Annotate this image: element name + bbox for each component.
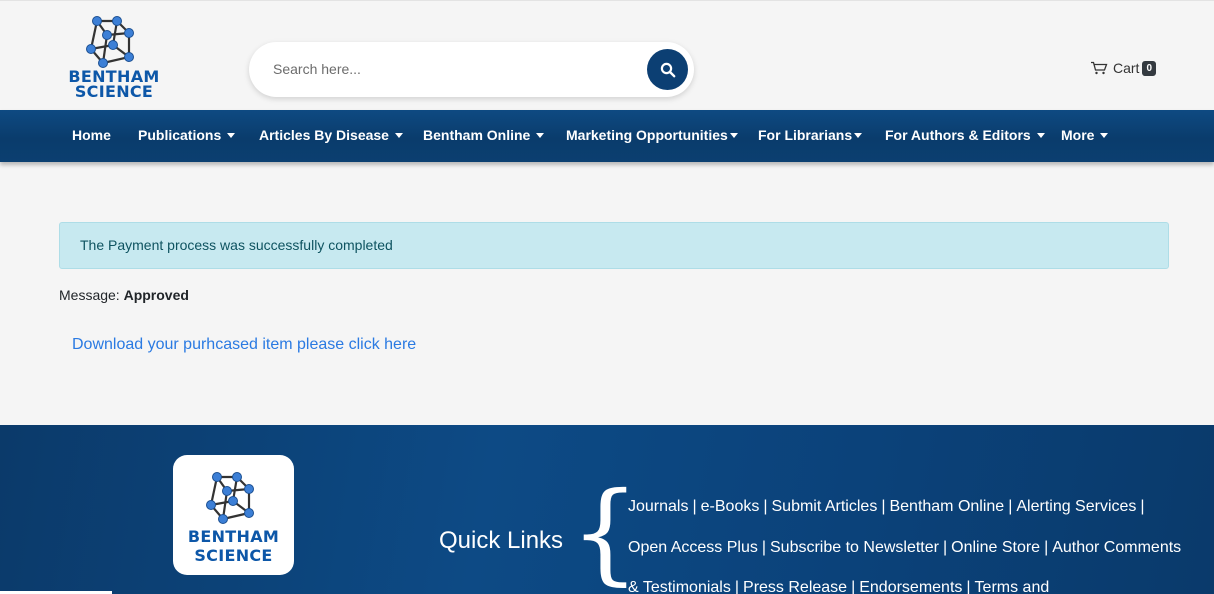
- site-header: BENTHAM SCIENCE Cart 0: [0, 0, 1214, 110]
- footer-link-submit-articles[interactable]: Submit Articles: [772, 498, 878, 515]
- nav-marketing-opportunities[interactable]: Marketing Opportunities: [566, 127, 738, 143]
- nav-bentham-online[interactable]: Bentham Online: [423, 127, 545, 143]
- nav-for-authors-editors[interactable]: For Authors & Editors: [885, 127, 1045, 143]
- caret-down-icon: [394, 132, 403, 138]
- footer-link-bentham-online[interactable]: Bentham Online: [889, 498, 1004, 515]
- caret-down-icon: [854, 132, 863, 138]
- quick-links-title: Quick Links: [439, 527, 564, 554]
- cart-button[interactable]: Cart 0: [1090, 60, 1157, 76]
- payment-message: Message: Approved: [59, 287, 189, 303]
- search-input[interactable]: [273, 58, 633, 80]
- caret-down-icon: [729, 132, 738, 138]
- nav-publications[interactable]: Publications: [138, 127, 236, 143]
- caret-down-icon: [536, 132, 545, 138]
- footer-logo[interactable]: BENTHAM SCIENCE: [173, 455, 294, 575]
- footer-link-press-release[interactable]: Press Release: [743, 579, 847, 594]
- footer-logo-line-2: SCIENCE: [194, 546, 273, 565]
- search-bar: [249, 42, 694, 97]
- payment-success-alert: The Payment process was successfully com…: [59, 222, 1169, 269]
- search-icon: [660, 62, 675, 77]
- nav-label: More: [1061, 127, 1095, 143]
- caret-down-icon: [1100, 132, 1109, 138]
- message-value: Approved: [123, 287, 189, 303]
- footer-link-ebooks[interactable]: e-Books: [701, 498, 760, 515]
- nav-label: Marketing Opportunities: [566, 127, 728, 143]
- footer-link-journals[interactable]: Journals: [628, 498, 688, 515]
- caret-down-icon: [1036, 132, 1045, 138]
- footer-link-endorsements[interactable]: Endorsements: [859, 579, 962, 594]
- nav-for-librarians[interactable]: For Librarians: [758, 127, 863, 143]
- nav-label: Bentham Online: [423, 127, 531, 143]
- nav-label: For Authors & Editors: [885, 127, 1031, 143]
- nav-articles-by-disease[interactable]: Articles By Disease: [259, 127, 403, 143]
- nav-label: Publications: [138, 127, 222, 143]
- footer-link-online-store[interactable]: Online Store: [951, 539, 1040, 556]
- molecule-logo-icon: [86, 16, 134, 68]
- footer-link-alerting-services[interactable]: Alerting Services: [1016, 498, 1136, 515]
- caret-down-icon: [227, 132, 236, 138]
- nav-home[interactable]: Home: [72, 127, 111, 143]
- quick-links-list: Journals | e-Books | Submit Articles | Bentham…: [628, 498, 1182, 594]
- molecule-logo-icon: [205, 472, 254, 524]
- footer-link-subscribe-newsletter[interactable]: Subscribe to Newsletter: [770, 539, 939, 556]
- search-button[interactable]: [647, 49, 688, 90]
- cart-icon: [1091, 61, 1108, 75]
- logo-line-2: SCIENCE: [74, 82, 154, 101]
- nav-more[interactable]: More: [1061, 127, 1109, 143]
- cart-count-badge: 0: [1142, 60, 1157, 76]
- nav-label: Articles By Disease: [259, 127, 389, 143]
- message-label: Message:: [59, 287, 120, 303]
- cart-label: Cart: [1113, 60, 1140, 76]
- site-footer: BENTHAM SCIENCE Quick Links { Journals | e…: [0, 425, 1214, 594]
- nav-label: For Librarians: [758, 127, 853, 143]
- download-item-link[interactable]: Download your purhcased item please clic…: [72, 336, 416, 354]
- nav-label: Home: [72, 127, 111, 143]
- main-navigation: Home Publications Articles By Disease Be…: [0, 110, 1214, 162]
- footer-logo-line-1: BENTHAM: [187, 527, 280, 546]
- bentham-logo[interactable]: BENTHAM SCIENCE: [66, 13, 162, 103]
- footer-link-open-access-plus[interactable]: Open Access Plus: [628, 539, 758, 556]
- footer-link-terms[interactable]: Terms and: [975, 579, 1050, 594]
